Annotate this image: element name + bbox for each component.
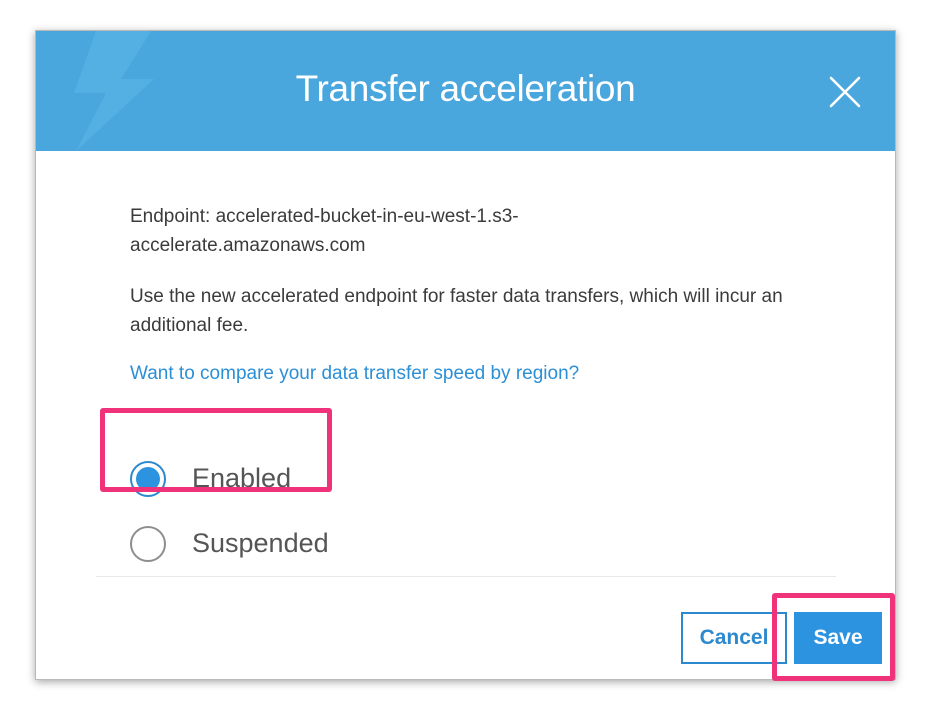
save-button[interactable]: Save <box>794 612 882 664</box>
cancel-button[interactable]: Cancel <box>681 612 787 664</box>
compare-speed-link[interactable]: Want to compare your data transfer speed… <box>130 359 579 388</box>
close-button[interactable] <box>828 75 862 109</box>
close-icon <box>829 76 861 108</box>
radio-enabled-label: Enabled <box>192 463 292 493</box>
endpoint-text: Endpoint: accelerated-bucket-in-eu-west-… <box>130 202 630 260</box>
radio-suspended-unselected[interactable] <box>130 526 166 562</box>
radio-enabled-selected[interactable] <box>130 461 166 497</box>
radio-suspended-label: Suspended <box>192 528 329 558</box>
footer-divider <box>96 576 836 577</box>
dialog-header: Transfer acceleration <box>36 31 895 151</box>
transfer-acceleration-dialog: Transfer acceleration Endpoint: accelera… <box>35 30 896 680</box>
description-text: Use the new accelerated endpoint for fas… <box>130 286 783 336</box>
dialog-title: Transfer acceleration <box>295 68 636 109</box>
screenshot-stage: Transfer acceleration Endpoint: accelera… <box>0 0 926 712</box>
endpoint-line-2: accelerate.amazonaws.com <box>130 235 366 256</box>
endpoint-line-1: Endpoint: accelerated-bucket-in-eu-west-… <box>130 206 519 227</box>
